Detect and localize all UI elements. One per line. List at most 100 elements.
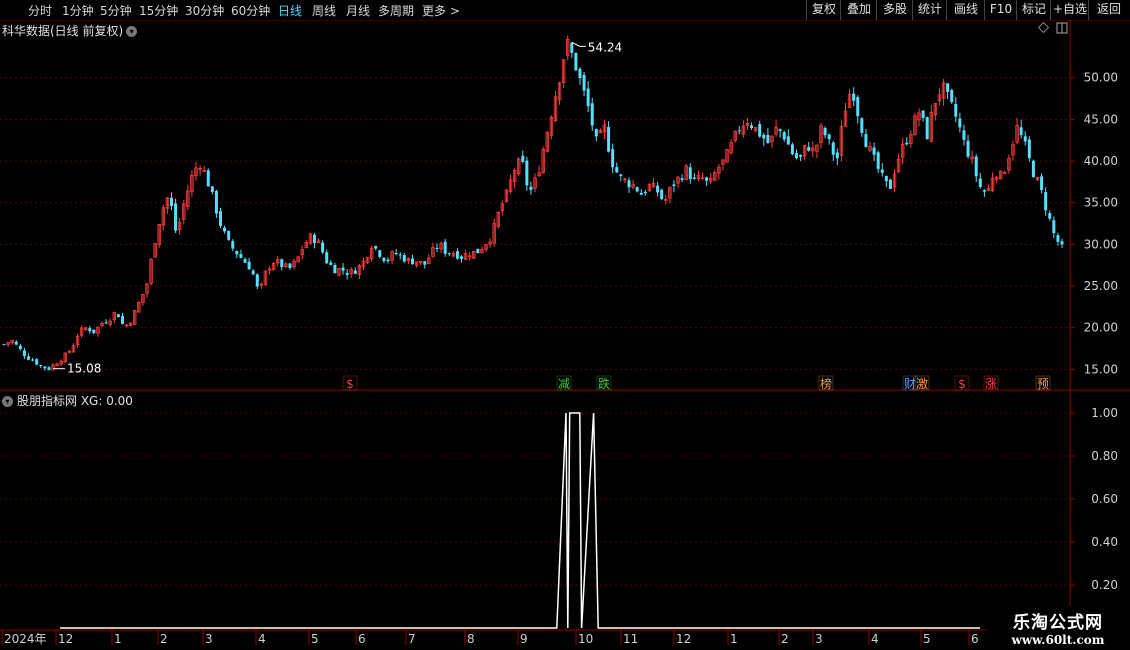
chart-canvas[interactable]: 15.00 20.00 25.00 30.00 35.00 40.00 45.00 50.00…	[0, 0, 1130, 650]
candle-body	[1044, 192, 1048, 211]
candle-body	[116, 314, 120, 318]
x-tick-label: 3	[815, 632, 823, 646]
candle-body	[574, 52, 578, 71]
candle-body	[529, 186, 533, 190]
x-tick-label: 2	[160, 632, 168, 646]
logo: 乐淘公式网 www.60lt.com	[986, 606, 1130, 650]
candle-body	[799, 154, 803, 157]
candle-body	[1023, 136, 1027, 142]
x-tick-label: 4	[871, 632, 879, 646]
x-tick-label: 8	[467, 632, 475, 646]
high-annotation-arrow	[571, 41, 586, 47]
candle-body	[1027, 139, 1031, 159]
candle-body	[831, 142, 835, 155]
candle-body	[251, 270, 255, 275]
logo-url: www.60lt.com	[1011, 633, 1105, 647]
candle-body	[325, 252, 329, 264]
low-annotation-label: 15.08	[67, 362, 101, 376]
candle-body	[210, 186, 214, 192]
event-marker-2: 跌	[598, 376, 610, 391]
y-tick-label: 30.00	[1084, 237, 1118, 251]
event-marker-4: 财	[904, 377, 916, 391]
candle-body	[688, 167, 692, 180]
candle-body	[1019, 127, 1023, 136]
candle-body	[423, 261, 427, 265]
candle-body	[35, 359, 39, 365]
candle-body	[22, 350, 26, 357]
candle-body	[872, 147, 876, 155]
candle-body	[672, 184, 676, 187]
candle-body	[766, 134, 770, 143]
candle-body	[329, 262, 333, 265]
candle-body	[750, 125, 754, 128]
candle-body	[120, 315, 124, 324]
x-tick-label: 3	[205, 632, 213, 646]
candle-body	[382, 257, 386, 262]
candle-body	[312, 234, 316, 244]
candle-body	[570, 42, 574, 53]
candle-body	[47, 367, 51, 370]
x-tick-label: 11	[623, 632, 638, 646]
x-tick-label: 10	[578, 632, 593, 646]
x-tick-label: 7	[408, 632, 416, 646]
candle-body	[333, 264, 337, 274]
ind-y-tick-label: 0.80	[1091, 449, 1118, 463]
candle-body	[223, 227, 227, 232]
candle-body	[607, 127, 611, 152]
x-tick-label: 9	[520, 632, 528, 646]
candle-body	[876, 152, 880, 169]
candle-body	[590, 103, 594, 126]
candle-body	[619, 174, 623, 176]
x-tick-label: 12	[676, 632, 691, 646]
x-tick-label: 2024年	[4, 632, 47, 646]
candle-body	[974, 156, 978, 177]
high-annotation-label: 54.24	[588, 40, 622, 54]
x-tick-label: 6	[971, 632, 979, 646]
candle-body	[14, 341, 18, 345]
x-tick-label: 4	[258, 632, 266, 646]
candle-body	[374, 245, 378, 249]
candle-body	[982, 190, 986, 192]
candle-body	[954, 104, 958, 117]
candle-body	[386, 259, 390, 262]
candle-body	[966, 140, 970, 157]
ind-y-tick-label: 0.60	[1091, 492, 1118, 506]
candle-body	[525, 160, 529, 186]
candle-body	[905, 142, 909, 145]
candle-body	[288, 263, 292, 268]
candle-body	[705, 177, 709, 181]
candle-body	[852, 93, 856, 101]
candle-body	[219, 211, 223, 226]
candle-body	[586, 88, 590, 107]
y-tick-label: 20.00	[1084, 321, 1118, 335]
candle-body	[231, 241, 235, 249]
candle-body	[958, 118, 962, 128]
candle-body	[758, 124, 762, 137]
candle-body	[627, 180, 631, 188]
candle-body	[582, 74, 586, 91]
candle-body	[321, 242, 325, 253]
candle-body	[104, 322, 108, 324]
candle-body	[921, 110, 925, 118]
candle-body	[402, 255, 406, 262]
candle-body	[476, 248, 480, 254]
candle-body	[1040, 176, 1044, 191]
candle-body	[447, 253, 451, 255]
logo-brand: 乐淘公式网	[1013, 613, 1103, 633]
candle-body	[860, 118, 864, 133]
candle-body	[660, 189, 664, 200]
event-marker-3: 榜	[820, 376, 832, 391]
candle-body	[946, 83, 950, 92]
candle-body	[790, 144, 794, 155]
event-marker-7: 涨	[985, 376, 997, 391]
candle-body	[925, 117, 929, 140]
diamond-icon	[1037, 21, 1050, 34]
candle-body	[794, 153, 798, 159]
candle-body	[394, 252, 398, 255]
candle-body	[786, 136, 790, 145]
candle-body	[578, 68, 582, 79]
candle-body	[227, 230, 231, 240]
candle-body	[1031, 160, 1035, 178]
y-tick-label: 35.00	[1084, 196, 1118, 210]
candle-body	[594, 129, 598, 137]
